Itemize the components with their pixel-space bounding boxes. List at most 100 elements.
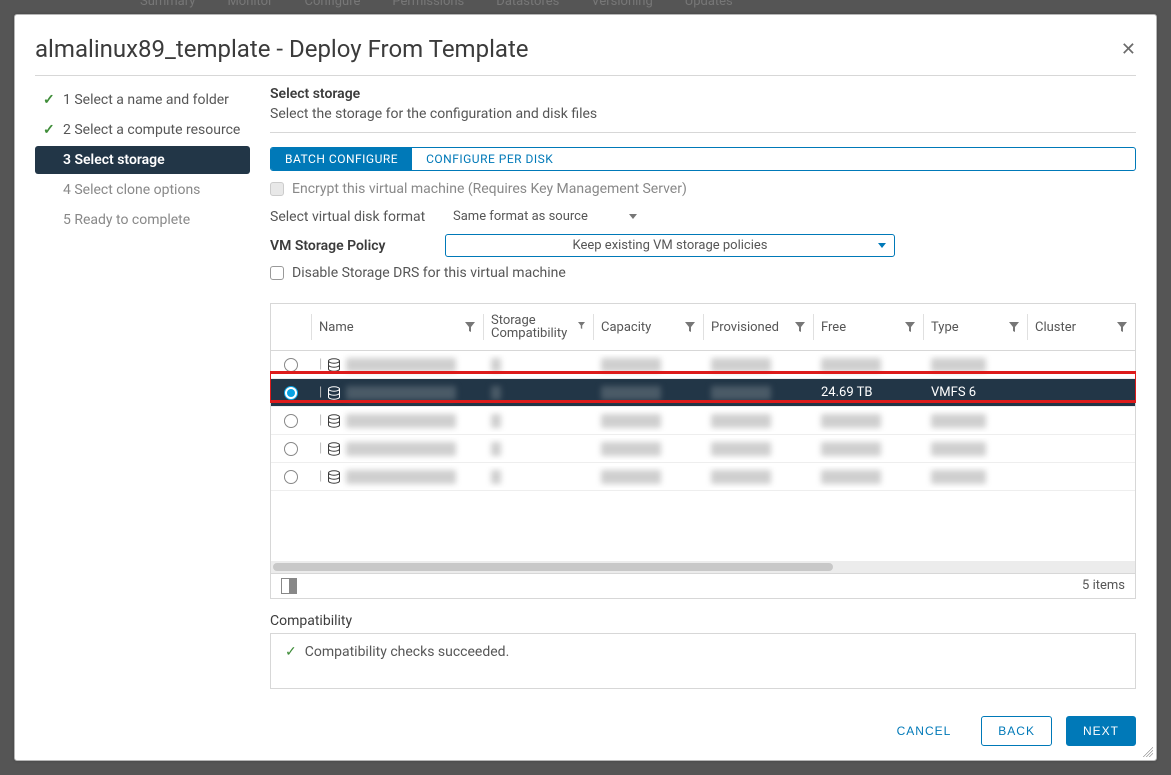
cell-name: |	[311, 465, 483, 489]
cell-type	[923, 410, 1027, 432]
batch-configure-tab[interactable]: BATCH CONFIGURE	[271, 148, 412, 170]
datastore-icon	[326, 469, 342, 485]
row-radio[interactable]	[284, 442, 298, 456]
disk-format-value: Same format as source	[453, 209, 588, 224]
datastore-table: Name Storage Compatibility Capacity Prov…	[270, 303, 1136, 599]
cell-cluster	[1027, 361, 1135, 369]
wizard-step-1[interactable]: 1 Select a name and folder	[35, 86, 250, 114]
chevron-down-icon	[629, 214, 637, 219]
th-free-label: Free	[821, 320, 846, 335]
wizard-step-3[interactable]: 3 Select storage	[35, 146, 250, 174]
item-count: 5 items	[1082, 578, 1125, 594]
disable-drs-checkbox[interactable]	[270, 266, 284, 280]
chevron-down-icon	[878, 243, 886, 248]
datastore-icon	[326, 413, 342, 429]
th-provisioned-label: Provisioned	[711, 320, 779, 335]
encrypt-vm-label: Encrypt this virtual machine (Requires K…	[292, 181, 687, 197]
back-button[interactable]: BACK	[981, 716, 1052, 746]
table-row[interactable]: | 24.69 TBVMFS 6	[271, 379, 1135, 407]
section-subtitle: Select the storage for the configuration…	[270, 106, 1136, 133]
check-icon: ✓	[285, 644, 297, 660]
cell-type: VMFS 6	[923, 381, 1027, 404]
resize-grip-icon[interactable]	[1143, 747, 1153, 757]
compatibility-message: Compatibility checks succeeded.	[305, 644, 510, 660]
th-capacity[interactable]: Capacity	[593, 304, 703, 350]
row-radio[interactable]	[284, 358, 298, 372]
cancel-button[interactable]: CANCEL	[881, 717, 968, 745]
cell-free	[813, 466, 923, 488]
disk-format-select[interactable]: Same format as source	[445, 207, 645, 226]
cell-free: 24.69 TB	[813, 381, 923, 404]
cell-cluster	[1027, 417, 1135, 425]
cell-compat	[483, 466, 593, 488]
modal-footer: CANCEL BACK NEXT	[35, 698, 1136, 746]
cell-free	[813, 354, 923, 376]
table-row[interactable]: |	[271, 463, 1135, 491]
cell-name: |	[311, 409, 483, 433]
storage-policy-select[interactable]: Keep existing VM storage policies	[445, 234, 895, 257]
cell-compat	[483, 438, 593, 460]
datastore-icon	[326, 385, 342, 401]
cell-type	[923, 438, 1027, 460]
table-footer: 5 items	[271, 573, 1135, 598]
table-row[interactable]: |	[271, 407, 1135, 435]
th-name[interactable]: Name	[311, 304, 483, 350]
cell-name: |	[311, 353, 483, 377]
modal-title: almalinux89_template - Deploy From Templ…	[35, 35, 529, 63]
cell-provisioned	[703, 382, 813, 404]
filter-icon[interactable]	[905, 322, 915, 332]
table-body: | | 24.69 TBVMFS 6| | |	[271, 351, 1135, 561]
filter-icon[interactable]	[1009, 322, 1019, 332]
next-button[interactable]: NEXT	[1066, 716, 1136, 746]
th-provisioned[interactable]: Provisioned	[703, 304, 813, 350]
datastore-icon	[326, 357, 342, 373]
th-free[interactable]: Free	[813, 304, 923, 350]
close-button[interactable]: ✕	[1121, 39, 1136, 60]
cell-capacity	[593, 410, 703, 432]
cell-capacity	[593, 354, 703, 376]
filter-icon[interactable]	[685, 322, 695, 332]
cell-provisioned	[703, 410, 813, 432]
encrypt-vm-checkbox-row: Encrypt this virtual machine (Requires K…	[270, 181, 1136, 197]
row-radio[interactable]	[284, 386, 298, 400]
cell-provisioned	[703, 466, 813, 488]
table-row[interactable]: |	[271, 351, 1135, 379]
th-storage-compatibility[interactable]: Storage Compatibility	[483, 304, 593, 350]
cell-cluster	[1027, 473, 1135, 481]
cell-name: |	[311, 437, 483, 461]
close-icon: ✕	[1121, 39, 1136, 59]
row-radio[interactable]	[284, 470, 298, 484]
row-radio[interactable]	[284, 414, 298, 428]
filter-icon[interactable]	[465, 322, 475, 332]
configure-per-disk-tab[interactable]: CONFIGURE PER DISK	[412, 148, 567, 170]
cell-free	[813, 410, 923, 432]
scrollbar-thumb[interactable]	[273, 563, 833, 571]
cell-capacity	[593, 466, 703, 488]
th-cluster[interactable]: Cluster	[1027, 304, 1135, 350]
cell-cluster	[1027, 445, 1135, 453]
table-row[interactable]: |	[271, 435, 1135, 463]
configure-mode-toggle[interactable]: BATCH CONFIGURE CONFIGURE PER DISK	[270, 147, 1136, 171]
cell-compat	[483, 382, 593, 404]
column-picker-icon[interactable]	[281, 578, 297, 594]
horizontal-scrollbar[interactable]	[271, 561, 1135, 573]
section-title: Select storage	[270, 86, 1136, 102]
cell-compat	[483, 410, 593, 432]
datastore-icon	[326, 441, 342, 457]
cell-type	[923, 354, 1027, 376]
cell-provisioned	[703, 438, 813, 460]
cell-capacity	[593, 438, 703, 460]
th-type[interactable]: Type	[923, 304, 1027, 350]
disable-drs-label: Disable Storage DRS for this virtual mac…	[292, 265, 566, 281]
cell-cluster	[1027, 389, 1135, 397]
filter-icon[interactable]	[1117, 322, 1127, 332]
disk-format-label: Select virtual disk format	[270, 209, 445, 225]
filter-icon[interactable]	[578, 322, 585, 332]
disable-drs-row[interactable]: Disable Storage DRS for this virtual mac…	[270, 265, 1136, 281]
th-name-label: Name	[319, 320, 354, 335]
wizard-step-2[interactable]: 2 Select a compute resource	[35, 116, 250, 144]
wizard-step-4: 4 Select clone options	[35, 176, 250, 204]
wizard-steps: 1 Select a name and folder 2 Select a co…	[35, 86, 250, 698]
table-header: Name Storage Compatibility Capacity Prov…	[271, 304, 1135, 351]
filter-icon[interactable]	[795, 322, 805, 332]
